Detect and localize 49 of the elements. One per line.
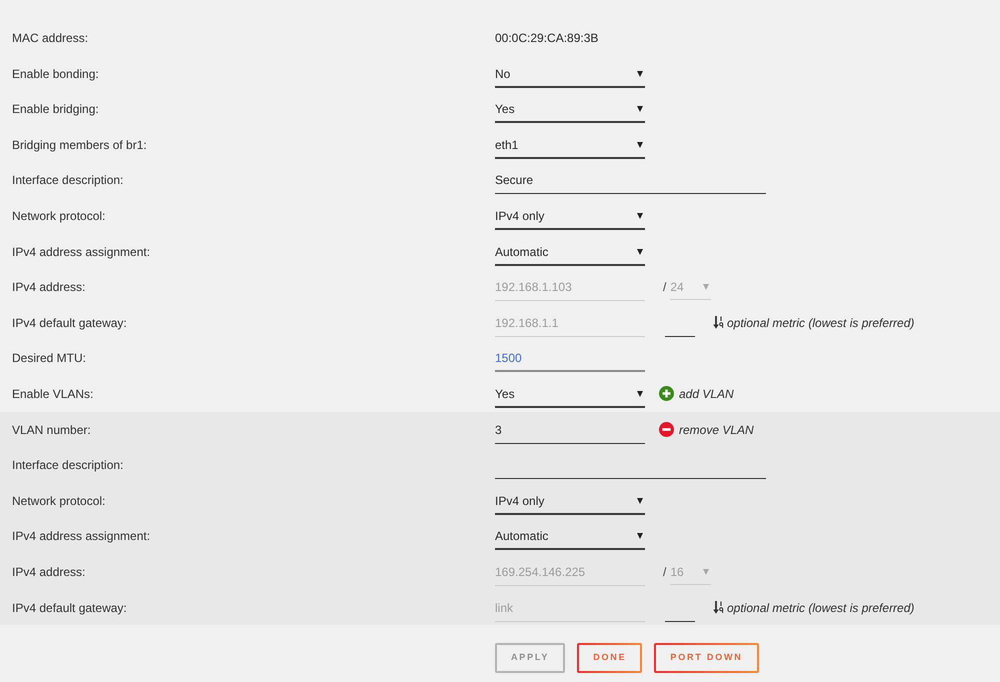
field-label: Interface description: bbox=[12, 173, 124, 188]
dropdown[interactable]: IPv4 only bbox=[495, 206, 645, 230]
caret-icon bbox=[637, 212, 643, 219]
dropdown[interactable]: Yes bbox=[495, 384, 645, 408]
field-label: Interface description: bbox=[12, 458, 124, 472]
field-value: 00:0C:29:CA:89:3B bbox=[495, 30, 598, 47]
sort-order-icon bbox=[713, 316, 724, 330]
dropdown[interactable]: Automatic bbox=[495, 242, 645, 266]
field-label: Bridging members of br1: bbox=[12, 138, 147, 152]
caret-icon bbox=[703, 284, 710, 290]
field-label: IPv4 address: bbox=[12, 280, 86, 294]
hint-text: optional metric (lowest is preferred) bbox=[727, 314, 914, 332]
caret-icon bbox=[637, 106, 643, 112]
separator-text: / bbox=[663, 279, 666, 296]
field-label: Network protocol: bbox=[12, 494, 106, 508]
field-label: Desired MTU: bbox=[12, 351, 86, 366]
dropdown[interactable]: Yes bbox=[495, 100, 645, 124]
field-label: Enable bonding: bbox=[12, 66, 99, 81]
field-label: IPv4 default gateway: bbox=[12, 600, 127, 614]
caret-icon bbox=[637, 498, 643, 504]
dropdown[interactable]: Automatic bbox=[495, 527, 645, 550]
field-label: IPv4 address assignment: bbox=[12, 529, 150, 544]
remove-vlan-button[interactable]: remove VLAN bbox=[659, 420, 754, 439]
caret-icon bbox=[637, 248, 643, 255]
caret-icon bbox=[703, 568, 710, 575]
field-label: IPv4 default gateway: bbox=[12, 316, 127, 330]
minus-circle-icon bbox=[659, 422, 674, 438]
field-label: Network protocol: bbox=[12, 208, 106, 223]
dropdown[interactable]: No bbox=[495, 64, 645, 88]
hint-text: optional metric (lowest is preferred) bbox=[727, 600, 914, 616]
field-label: IPv4 address: bbox=[12, 564, 86, 579]
caret-icon bbox=[637, 70, 643, 77]
dropdown[interactable]: IPv4 only bbox=[495, 492, 645, 515]
field-label: Enable bridging: bbox=[12, 102, 99, 116]
input-field[interactable]: 3 bbox=[495, 420, 645, 444]
field-label: IPv4 address assignment: bbox=[12, 244, 150, 259]
field-label: Enable VLANs: bbox=[12, 386, 94, 401]
separator-text: / bbox=[663, 564, 666, 581]
field-label: VLAN number: bbox=[12, 422, 91, 437]
add-vlan-button[interactable]: add VLAN bbox=[659, 384, 734, 403]
caret-icon bbox=[637, 390, 643, 397]
input-field[interactable]: 1500 bbox=[495, 349, 645, 372]
caret-icon bbox=[637, 142, 643, 148]
field-label: MAC address: bbox=[12, 31, 88, 45]
sort-order-icon bbox=[713, 601, 724, 614]
caret-icon bbox=[637, 533, 643, 540]
plus-circle-icon bbox=[659, 386, 674, 402]
dropdown[interactable]: eth1 bbox=[495, 136, 645, 159]
input-field[interactable]: Secure bbox=[495, 171, 766, 194]
